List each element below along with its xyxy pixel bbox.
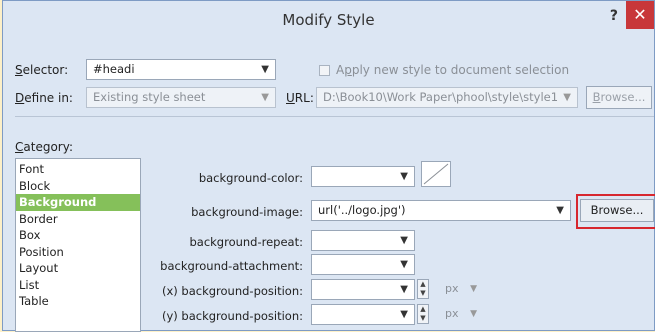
url-value: D:\Book10\Work Paper\phool\style\style1: [323, 90, 559, 104]
close-button[interactable]: ✕: [626, 1, 654, 29]
background-image-value: url('../logo.jpg'): [318, 203, 406, 217]
category-item-font[interactable]: Font: [16, 161, 140, 178]
y-position-unit-dropdown[interactable]: px ▼: [439, 304, 481, 324]
close-icon: ✕: [633, 5, 647, 24]
x-position-label: (x) background-position:: [161, 284, 303, 298]
background-color-label: background-color:: [198, 171, 303, 185]
separator: [15, 116, 654, 117]
category-item-border[interactable]: Border: [16, 211, 140, 228]
background-image-dropdown[interactable]: url('../logo.jpg') ▼: [311, 200, 571, 221]
category-list[interactable]: Font Block Background Border Box Positio…: [15, 158, 141, 332]
selector-label: Selector:: [15, 63, 69, 77]
category-item-block[interactable]: Block: [16, 178, 140, 195]
chevron-down-icon: ▼: [261, 64, 269, 75]
background-attachment-label: background-attachment:: [160, 259, 303, 273]
chevron-down-icon: ▼: [400, 171, 408, 182]
background-repeat-label: background-repeat:: [189, 235, 303, 249]
x-position-dropdown[interactable]: ▼: [311, 279, 415, 300]
chevron-down-icon: ▼: [470, 284, 477, 294]
chevron-down-icon: ▼: [470, 309, 477, 319]
no-color-icon: [423, 163, 449, 185]
url-dropdown[interactable]: D:\Book10\Work Paper\phool\style\style1 …: [316, 87, 578, 108]
apply-new-style-label: Apply new style to document selection: [336, 63, 570, 77]
category-item-background[interactable]: Background: [16, 194, 140, 211]
help-button[interactable]: ?: [610, 8, 618, 24]
title-bar: Modify Style ? ✕: [3, 1, 654, 39]
category-item-position[interactable]: Position: [16, 244, 140, 261]
x-position-spinner[interactable]: ▲ ▼: [417, 279, 429, 299]
color-swatch-button[interactable]: [421, 161, 451, 187]
category-item-list[interactable]: List: [16, 277, 140, 294]
url-browse-button[interactable]: Browse...: [586, 86, 652, 109]
chevron-down-icon: ▼: [400, 259, 408, 270]
define-in-value: Existing style sheet: [93, 90, 206, 104]
modify-style-dialog: Modify Style ? ✕ Selector: #headi ▼ Appl…: [2, 0, 655, 332]
category-item-layout[interactable]: Layout: [16, 260, 140, 277]
chevron-down-icon: ▼: [563, 92, 571, 103]
apply-new-style-checkbox[interactable]: [319, 65, 330, 76]
chevron-down-icon: ▼: [261, 92, 269, 103]
x-position-unit: px: [445, 282, 459, 295]
define-in-label: Define in:: [15, 91, 73, 105]
selector-dropdown[interactable]: #headi ▼: [86, 59, 276, 80]
x-position-unit-dropdown[interactable]: px ▼: [439, 279, 481, 299]
background-attachment-dropdown[interactable]: ▼: [311, 254, 415, 275]
chevron-down-icon: ▼: [400, 235, 408, 246]
chevron-down-icon: ▼: [400, 309, 408, 320]
background-repeat-dropdown[interactable]: ▼: [311, 230, 415, 251]
highlight-box: [576, 194, 655, 229]
url-label: URL:: [286, 91, 314, 105]
y-position-dropdown[interactable]: ▼: [311, 304, 415, 325]
background-image-label: background-image:: [191, 205, 303, 219]
category-item-table[interactable]: Table: [16, 293, 140, 310]
chevron-down-icon: ▼: [400, 284, 408, 295]
chevron-down-icon: ▼: [556, 205, 564, 216]
dialog-title: Modify Style: [282, 11, 375, 29]
selector-value: #headi: [93, 62, 135, 76]
y-position-unit: px: [445, 307, 459, 320]
category-label: Category:: [15, 140, 73, 154]
category-item-box[interactable]: Box: [16, 227, 140, 244]
y-position-spinner[interactable]: ▲ ▼: [417, 304, 429, 324]
background-color-dropdown[interactable]: ▼: [311, 166, 415, 187]
y-position-label: (y) background-position:: [161, 309, 303, 323]
define-in-dropdown[interactable]: Existing style sheet ▼: [86, 87, 276, 108]
